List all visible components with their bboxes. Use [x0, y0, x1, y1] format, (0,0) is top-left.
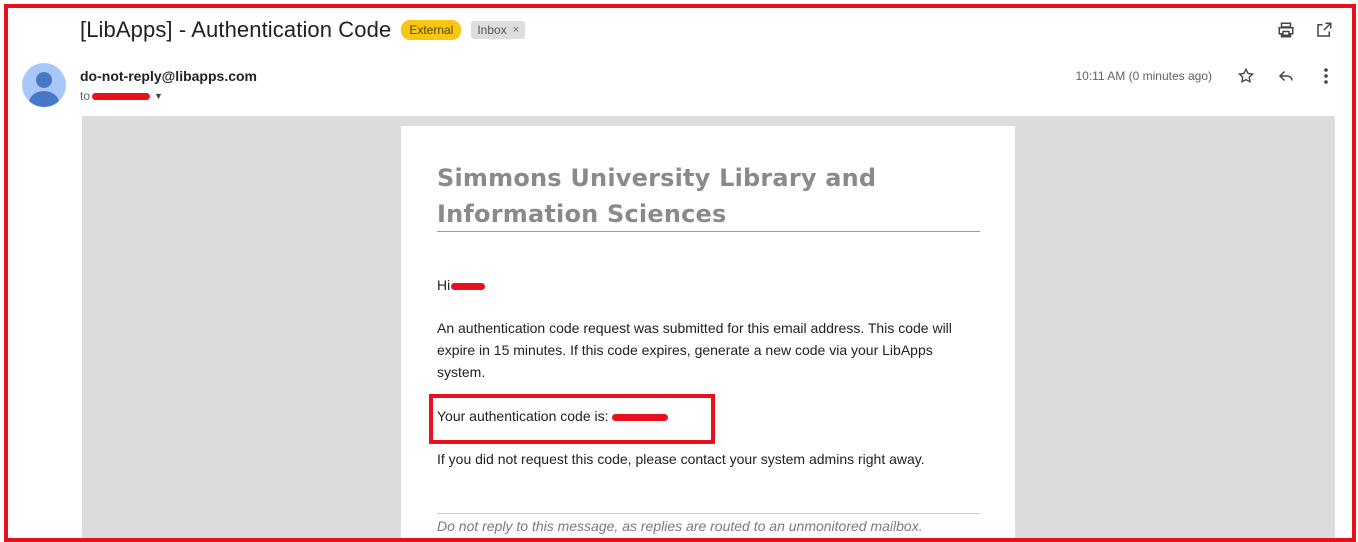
redaction-mark: [92, 92, 151, 100]
subject-toolbar: [1276, 20, 1334, 40]
redaction-mark: [451, 282, 486, 290]
more-vert-icon[interactable]: [1316, 66, 1336, 86]
greeting-text: Hi: [437, 277, 451, 293]
print-icon[interactable]: [1276, 20, 1296, 40]
email-subject-bar: [LibApps] - Authentication Code External…: [80, 17, 526, 43]
code-highlight-box: [429, 394, 715, 444]
to-prefix: to: [80, 89, 91, 103]
footer-note: Do not reply to this message, as replies…: [437, 518, 923, 534]
open-in-new-window-icon[interactable]: [1314, 20, 1334, 40]
contact-admin-paragraph: If you did not request this code, please…: [437, 451, 925, 467]
email-message-card: Simmons University Library and Informati…: [401, 126, 1015, 542]
remove-label-button[interactable]: ×: [513, 24, 519, 36]
inbox-label-text: Inbox: [477, 23, 507, 37]
star-icon[interactable]: [1236, 66, 1256, 86]
organization-title: Simmons University Library and Informati…: [437, 164, 877, 228]
message-time: 10:11 AM (0 minutes ago): [1075, 69, 1212, 83]
external-label: External: [401, 20, 462, 40]
code-request-paragraph: An authentication code request was submi…: [437, 320, 952, 380]
greeting-line: Hi: [437, 274, 982, 296]
footer-divider: [437, 513, 980, 514]
message-actions: 10:11 AM (0 minutes ago): [1075, 66, 1336, 86]
chevron-down-icon[interactable]: ▼: [154, 91, 163, 101]
avatar[interactable]: [22, 63, 66, 107]
inbox-label[interactable]: Inbox ×: [471, 21, 526, 39]
title-divider: [437, 231, 980, 232]
email-subject: [LibApps] - Authentication Code: [80, 17, 392, 42]
reply-icon[interactable]: [1276, 66, 1296, 86]
recipient-line[interactable]: to ▼: [80, 89, 163, 103]
sender-address[interactable]: do-not-reply@libapps.com: [80, 68, 257, 84]
